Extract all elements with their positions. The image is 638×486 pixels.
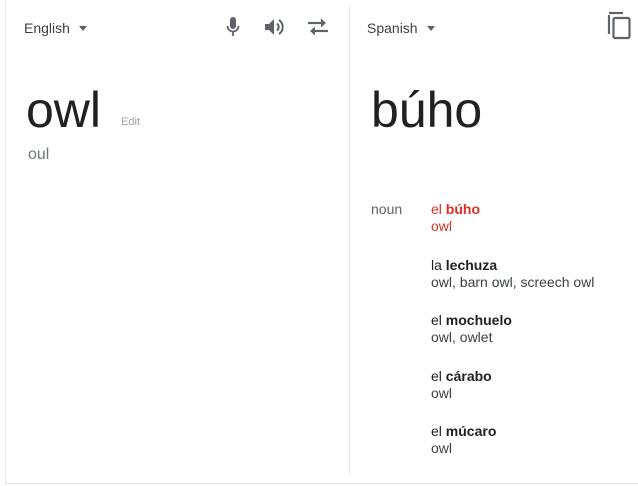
entry-synonyms: owl bbox=[431, 384, 453, 401]
entry-word: cárabo bbox=[445, 367, 492, 384]
target-language-select[interactable]: Spanish bbox=[367, 20, 435, 36]
dictionary-entry[interactable]: la lechuza owl, barn owl, screech owl bbox=[431, 257, 631, 313]
dictionary-entry[interactable]: el cárabo owl bbox=[431, 368, 631, 424]
entry-article: la bbox=[431, 256, 442, 273]
source-language-select[interactable]: English bbox=[24, 20, 87, 36]
dictionary-entry[interactable]: el múcaro owl bbox=[431, 423, 631, 479]
copy-icon[interactable] bbox=[605, 11, 635, 41]
entry-article: el bbox=[431, 423, 442, 439]
entry-article: el bbox=[431, 367, 442, 384]
dictionary-entry[interactable]: el búho owl bbox=[431, 201, 631, 257]
panel-divider bbox=[349, 5, 350, 475]
microphone-icon[interactable] bbox=[220, 14, 246, 40]
part-of-speech-label: noun bbox=[371, 201, 403, 217]
entry-article: el bbox=[431, 312, 442, 328]
dictionary-entry[interactable]: el mochuelo owl, owlet bbox=[431, 312, 631, 368]
chevron-down-icon bbox=[78, 26, 87, 31]
entry-word: mochuelo bbox=[445, 312, 512, 328]
entry-synonyms: owl bbox=[431, 218, 453, 234]
entry-synonyms: owl, owlet bbox=[431, 329, 493, 345]
source-transliteration: oul bbox=[28, 146, 50, 163]
entry-word: lechuza bbox=[445, 256, 498, 273]
entry-synonyms: owl bbox=[431, 440, 453, 456]
target-language-label: Spanish bbox=[367, 20, 418, 36]
source-language-label: English bbox=[24, 20, 70, 36]
dictionary-entries: el búho owl la lechuza owl, barn owl, sc… bbox=[431, 201, 631, 479]
swap-languages-icon[interactable] bbox=[305, 14, 331, 40]
entry-word: múcaro bbox=[445, 423, 497, 439]
source-text[interactable]: owl bbox=[26, 80, 101, 140]
entry-word: búho bbox=[445, 201, 481, 217]
translation-result: búho bbox=[371, 82, 483, 138]
entry-article: el bbox=[431, 201, 442, 217]
chevron-down-icon bbox=[426, 26, 435, 31]
edit-link[interactable]: Edit bbox=[121, 116, 140, 128]
speaker-icon[interactable] bbox=[262, 14, 288, 40]
entry-synonyms: owl, barn owl, screech owl bbox=[431, 273, 595, 290]
